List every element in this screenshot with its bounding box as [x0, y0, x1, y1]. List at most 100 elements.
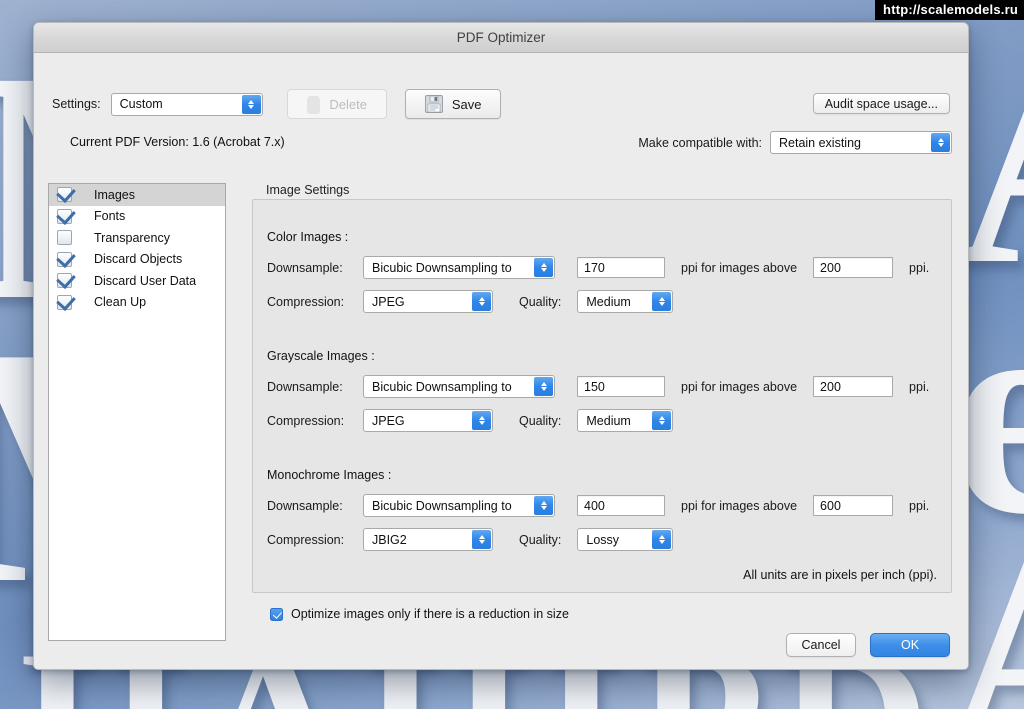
monochrome-threshold-ppi-input[interactable]: 600: [813, 495, 894, 516]
monochrome-quality-value: Lossy: [586, 532, 620, 547]
monochrome-threshold-ppi-value: 600: [820, 498, 841, 513]
list-item-transparency[interactable]: Transparency: [49, 227, 225, 249]
grayscale-compression-row: Compression: JPEG Quality: Medium: [267, 409, 674, 432]
compression-label: Compression:: [267, 294, 345, 309]
compatibility-select[interactable]: Retain existing: [770, 131, 952, 154]
color-compression-row: Compression: JPEG Quality: Medium: [267, 290, 674, 313]
monochrome-images-group-label: Monochrome Images :: [267, 468, 392, 482]
chevron-updown-icon: [472, 292, 491, 311]
ppi-above-label: ppi for images above: [681, 260, 798, 275]
trash-icon: [306, 95, 321, 114]
checkbox-discard-user-data[interactable]: [57, 273, 72, 289]
monochrome-downsample-method-value: Bicubic Downsampling to: [372, 498, 512, 513]
site-watermark: http://scalemodels.ru: [875, 0, 1024, 20]
chevron-updown-icon: [472, 411, 491, 430]
chevron-updown-icon: [472, 530, 491, 549]
ok-button[interactable]: OK: [870, 633, 950, 657]
grayscale-downsample-method-select[interactable]: Bicubic Downsampling to: [363, 375, 555, 398]
chevron-updown-icon: [534, 377, 553, 396]
list-item-discard-objects[interactable]: Discard Objects: [49, 249, 225, 271]
grayscale-threshold-ppi-value: 200: [820, 379, 841, 394]
checkbox-fonts[interactable]: [57, 208, 72, 224]
monochrome-quality-select[interactable]: Lossy: [577, 528, 674, 551]
color-compression-select[interactable]: JPEG: [363, 290, 493, 313]
color-quality-value: Medium: [586, 294, 631, 309]
optimize-images-row[interactable]: Optimize images only if there is a reduc…: [270, 607, 569, 621]
make-compatible-label: Make compatible with:: [638, 135, 762, 150]
color-downsample-ppi-value: 170: [584, 260, 605, 275]
dialog-footer: Cancel OK: [786, 633, 950, 657]
monochrome-compression-value: JBIG2: [372, 532, 407, 547]
ppi-above-label: ppi for images above: [681, 379, 798, 394]
color-downsample-method-value: Bicubic Downsampling to: [372, 260, 512, 275]
color-downsample-row: Downsample: Bicubic Downsampling to 170 …: [267, 256, 929, 279]
monochrome-compression-row: Compression: JBIG2 Quality: Lossy: [267, 528, 674, 551]
monochrome-compression-select[interactable]: JBIG2: [363, 528, 493, 551]
compatibility-select-value: Retain existing: [779, 135, 861, 150]
units-note: All units are in pixels per inch (ppi).: [743, 568, 937, 582]
dialog-titlebar[interactable]: PDF Optimizer: [34, 23, 968, 53]
checkbox-discard-objects[interactable]: [57, 251, 72, 267]
checkbox-images[interactable]: [57, 187, 72, 203]
quality-label: Quality:: [519, 294, 562, 309]
list-item-fonts[interactable]: Fonts: [49, 206, 225, 228]
grayscale-compression-value: JPEG: [372, 413, 405, 428]
checkbox-transparency[interactable]: [57, 230, 72, 246]
grayscale-quality-value: Medium: [586, 413, 631, 428]
settings-select[interactable]: Custom: [110, 92, 263, 116]
chevron-updown-icon: [931, 133, 950, 152]
color-downsample-method-select[interactable]: Bicubic Downsampling to: [363, 256, 555, 279]
chevron-updown-icon: [652, 292, 672, 311]
monochrome-downsample-method-select[interactable]: Bicubic Downsampling to: [363, 494, 555, 517]
dialog-body: Settings: Custom Delete Save Audit space…: [34, 53, 968, 669]
list-item-discard-user-data[interactable]: Discard User Data: [49, 270, 225, 292]
grayscale-compression-select[interactable]: JPEG: [363, 409, 493, 432]
ppi-suffix-label: ppi.: [909, 498, 930, 513]
checkbox-optimize-images[interactable]: [270, 607, 283, 621]
monochrome-downsample-ppi-input[interactable]: 400: [577, 495, 665, 516]
downsample-label: Downsample:: [267, 260, 343, 275]
panel-title: Image Settings: [266, 183, 350, 197]
cancel-button[interactable]: Cancel: [786, 633, 856, 657]
color-quality-select[interactable]: Medium: [577, 290, 674, 313]
list-item-label: Clean Up: [94, 295, 147, 310]
image-settings-panel: Color Images : Downsample: Bicubic Downs…: [252, 199, 952, 593]
color-threshold-ppi-input[interactable]: 200: [813, 257, 894, 278]
dialog-title: PDF Optimizer: [456, 30, 546, 45]
ppi-suffix-label: ppi.: [909, 260, 930, 275]
chevron-updown-icon: [652, 411, 672, 430]
audit-space-usage-label: Audit space usage...: [824, 96, 938, 111]
checkbox-clean-up[interactable]: [57, 294, 72, 310]
grayscale-downsample-ppi-input[interactable]: 150: [577, 376, 665, 397]
chevron-updown-icon: [241, 94, 261, 114]
chevron-updown-icon: [652, 530, 672, 549]
compatibility-row: Make compatible with: Retain existing: [638, 131, 952, 154]
ppi-above-label: ppi for images above: [681, 498, 798, 513]
grayscale-downsample-method-value: Bicubic Downsampling to: [372, 379, 512, 394]
ppi-suffix-label: ppi.: [909, 379, 930, 394]
ok-button-label: OK: [900, 638, 920, 652]
chevron-updown-icon: [534, 496, 553, 515]
list-item-label: Images: [94, 187, 135, 202]
audit-space-usage-button[interactable]: Audit space usage...: [812, 93, 950, 114]
monochrome-downsample-ppi-value: 400: [584, 498, 605, 513]
list-item-label: Discard User Data: [94, 273, 197, 288]
downsample-label: Downsample:: [267, 498, 343, 513]
list-item-label: Transparency: [94, 230, 170, 245]
list-item-clean-up[interactable]: Clean Up: [49, 292, 225, 314]
color-compression-value: JPEG: [372, 294, 405, 309]
delete-button[interactable]: Delete: [286, 89, 387, 119]
downsample-label: Downsample:: [267, 379, 343, 394]
list-item-images[interactable]: Images: [49, 184, 225, 206]
cancel-button-label: Cancel: [801, 638, 841, 652]
settings-category-list[interactable]: Images Fonts Transparency Discard Object…: [48, 183, 226, 641]
color-downsample-ppi-input[interactable]: 170: [577, 257, 665, 278]
chevron-updown-icon: [534, 258, 553, 277]
list-item-label: Fonts: [94, 209, 126, 224]
grayscale-threshold-ppi-input[interactable]: 200: [813, 376, 894, 397]
save-button[interactable]: Save: [404, 89, 501, 119]
settings-select-value: Custom: [119, 97, 163, 111]
save-button-label: Save: [451, 96, 482, 112]
grayscale-quality-select[interactable]: Medium: [577, 409, 674, 432]
quality-label: Quality:: [519, 413, 562, 428]
